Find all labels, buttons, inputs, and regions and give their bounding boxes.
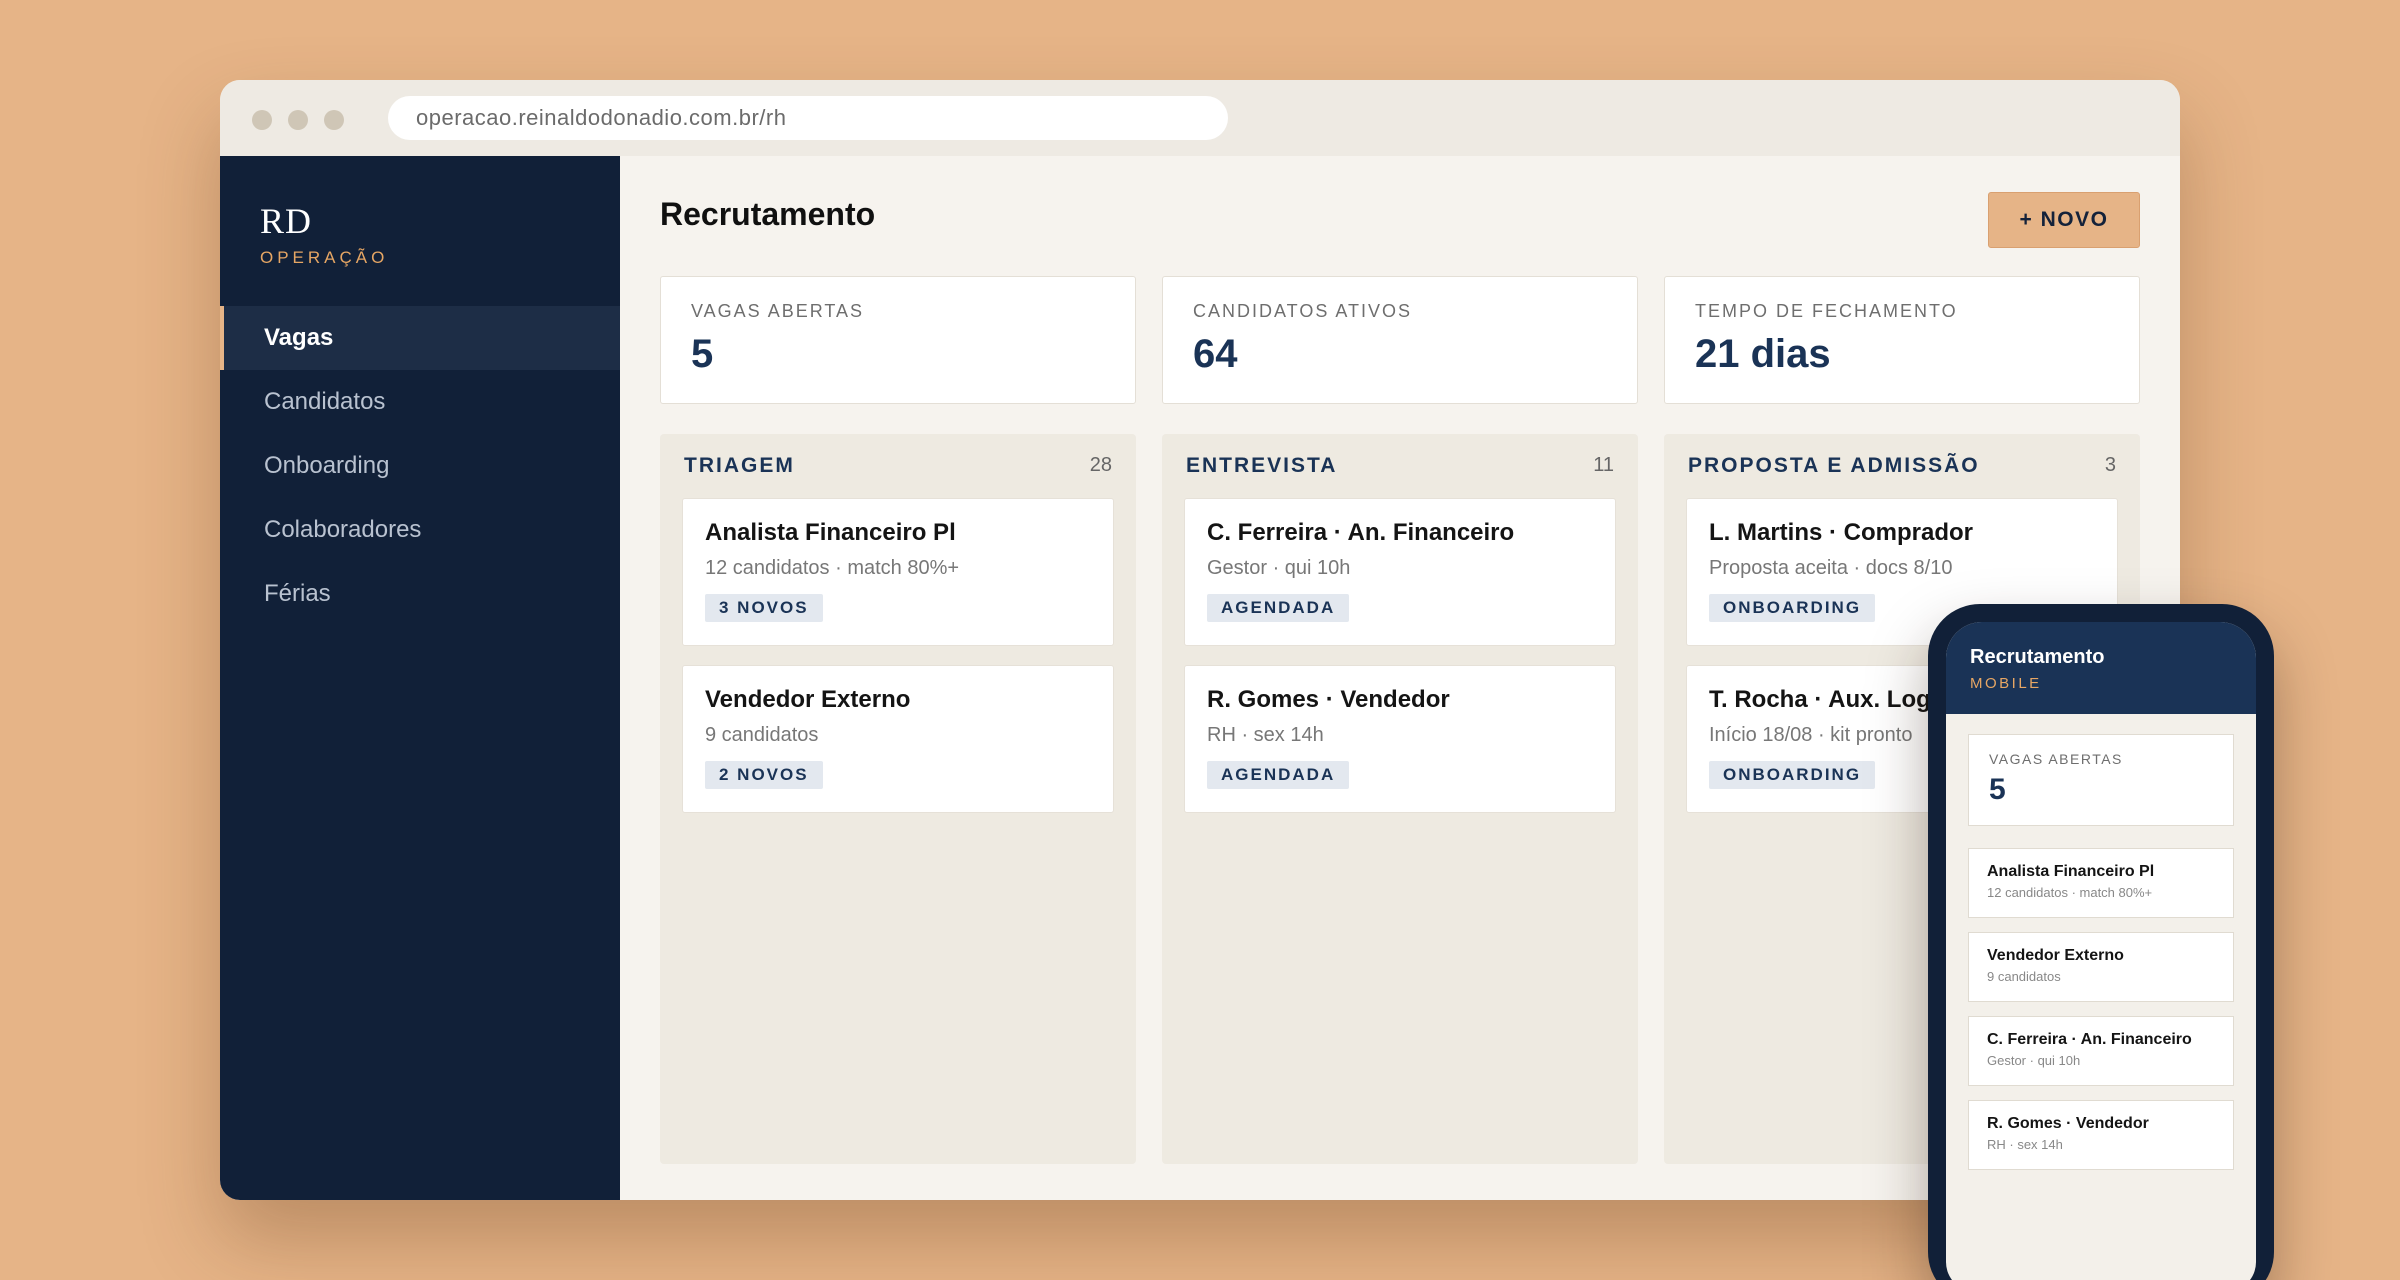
kpi-label: TEMPO DE FECHAMENTO: [1695, 301, 1958, 321]
window-minimize-dot[interactable]: [288, 110, 308, 130]
new-button[interactable]: + NOVO: [1988, 192, 2140, 248]
kpi-label: CANDIDATOS ATIVOS: [1193, 301, 1413, 321]
mobile-list-item[interactable]: Vendedor Externo 9 candidatos: [1968, 932, 2234, 1002]
list-item-subtitle: 9 candidatos: [1987, 969, 2061, 984]
list-item-subtitle: 12 candidatos · match 80%+: [1987, 885, 2153, 900]
card-title: Analista Financeiro Pl: [705, 519, 956, 546]
sidebar-item-colaboradores[interactable]: Colaboradores: [220, 498, 620, 562]
phone-mockup: Recrutamento MOBILE VAGAS ABERTAS 5 Anal…: [1928, 604, 2274, 1280]
phone-screen: Recrutamento MOBILE VAGAS ABERTAS 5 Anal…: [1946, 622, 2256, 1280]
column-count: 11: [1593, 454, 1614, 476]
kanban-card[interactable]: Vendedor Externo 9 candidatos 2 NOVOS: [682, 665, 1114, 813]
card-subtitle: Proposta aceita · docs 8/10: [1709, 557, 1953, 579]
status-badge: 2 NOVOS: [705, 761, 823, 789]
status-badge: ONBOARDING: [1709, 761, 1876, 789]
kpi-label: VAGAS ABERTAS: [1989, 751, 2123, 767]
column-title: PROPOSTA E ADMISSÃO: [1688, 454, 1980, 477]
card-subtitle: 9 candidatos: [705, 724, 819, 746]
mobile-list-item[interactable]: Analista Financeiro Pl 12 candidatos · m…: [1968, 848, 2234, 918]
list-item-title: Analista Financeiro Pl: [1987, 863, 2155, 880]
mobile-list-item[interactable]: R. Gomes · Vendedor RH · sex 14h: [1968, 1100, 2234, 1170]
list-item-subtitle: Gestor · qui 10h: [1987, 1053, 2081, 1068]
card-subtitle: Gestor · qui 10h: [1207, 557, 1351, 579]
card-title: L. Martins · Comprador: [1709, 519, 1974, 546]
sidebar-item-ferias[interactable]: Férias: [220, 562, 620, 626]
card-subtitle: 12 candidatos · match 80%+: [705, 557, 960, 579]
kpi-value: 5: [691, 332, 714, 376]
status-badge: ONBOARDING: [1709, 594, 1876, 622]
list-item-title: Vendedor Externo: [1987, 947, 2124, 964]
browser-window: operacao.reinaldodonadio.com.br/rh RD OP…: [220, 80, 2180, 1200]
column-count: 28: [1089, 454, 1112, 476]
kanban-card[interactable]: C. Ferreira · An. Financeiro Gestor · qu…: [1184, 498, 1616, 646]
mobile-kpi-vagas-abertas: VAGAS ABERTAS 5: [1968, 734, 2234, 826]
column-title: ENTREVISTA: [1186, 454, 1338, 477]
sidebar-item-vagas[interactable]: Vagas: [220, 306, 620, 370]
status-badge: AGENDADA: [1207, 594, 1350, 622]
list-item-title: C. Ferreira · An. Financeiro: [1987, 1031, 2192, 1048]
kpi-value: 21 dias: [1695, 332, 1831, 376]
address-bar[interactable]: operacao.reinaldodonadio.com.br/rh: [388, 96, 1228, 140]
sidebar-item-candidatos[interactable]: Candidatos: [220, 370, 620, 434]
column-title: TRIAGEM: [684, 454, 795, 477]
kpi-value: 5: [1989, 773, 2006, 806]
kpi-tempo-fechamento: TEMPO DE FECHAMENTO 21 dias: [1664, 276, 2140, 404]
status-badge: AGENDADA: [1207, 761, 1350, 789]
brand-logo[interactable]: RD OPERAÇÃO: [260, 200, 388, 268]
kanban-card[interactable]: R. Gomes · Vendedor RH · sex 14h AGENDAD…: [1184, 665, 1616, 813]
sidebar-item-onboarding[interactable]: Onboarding: [220, 434, 620, 498]
card-title: R. Gomes · Vendedor: [1207, 686, 1450, 713]
kpi-vagas-abertas: VAGAS ABERTAS 5: [660, 276, 1136, 404]
kanban-column-entrevista: ENTREVISTA 11 C. Ferreira · An. Financei…: [1162, 434, 1638, 1164]
kpi-label: VAGAS ABERTAS: [691, 301, 865, 321]
kpi-value: 64: [1193, 332, 1238, 376]
page-title: Recrutamento: [660, 196, 876, 232]
card-subtitle: RH · sex 14h: [1207, 724, 1324, 746]
mobile-list-item[interactable]: C. Ferreira · An. Financeiro Gestor · qu…: [1968, 1016, 2234, 1086]
mobile-title: Recrutamento: [1970, 646, 2105, 668]
window-close-dot[interactable]: [252, 110, 272, 130]
browser-chrome: operacao.reinaldodonadio.com.br/rh: [220, 80, 2180, 156]
mobile-header: Recrutamento MOBILE: [1946, 622, 2256, 714]
kpi-candidatos-ativos: CANDIDATOS ATIVOS 64: [1162, 276, 1638, 404]
card-title: Vendedor Externo: [705, 686, 911, 713]
list-item-subtitle: RH · sex 14h: [1987, 1137, 2063, 1152]
card-title: C. Ferreira · An. Financeiro: [1207, 519, 1515, 546]
sidebar: RD OPERAÇÃO Vagas Candidatos Onboarding …: [220, 156, 620, 1200]
sidebar-nav: Vagas Candidatos Onboarding Colaboradore…: [220, 306, 620, 626]
mobile-subtitle: MOBILE: [1970, 675, 2042, 692]
kanban-card[interactable]: Analista Financeiro Pl 12 candidatos · m…: [682, 498, 1114, 646]
window-maximize-dot[interactable]: [324, 110, 344, 130]
kanban-column-triagem: TRIAGEM 28 Analista Financeiro Pl 12 can…: [660, 434, 1136, 1164]
status-badge: 3 NOVOS: [705, 594, 823, 622]
column-count: 3: [2104, 454, 2116, 476]
brand-subtitle: OPERAÇÃO: [260, 248, 389, 267]
brand-mark: RD: [260, 201, 313, 241]
list-item-title: R. Gomes · Vendedor: [1987, 1115, 2149, 1132]
